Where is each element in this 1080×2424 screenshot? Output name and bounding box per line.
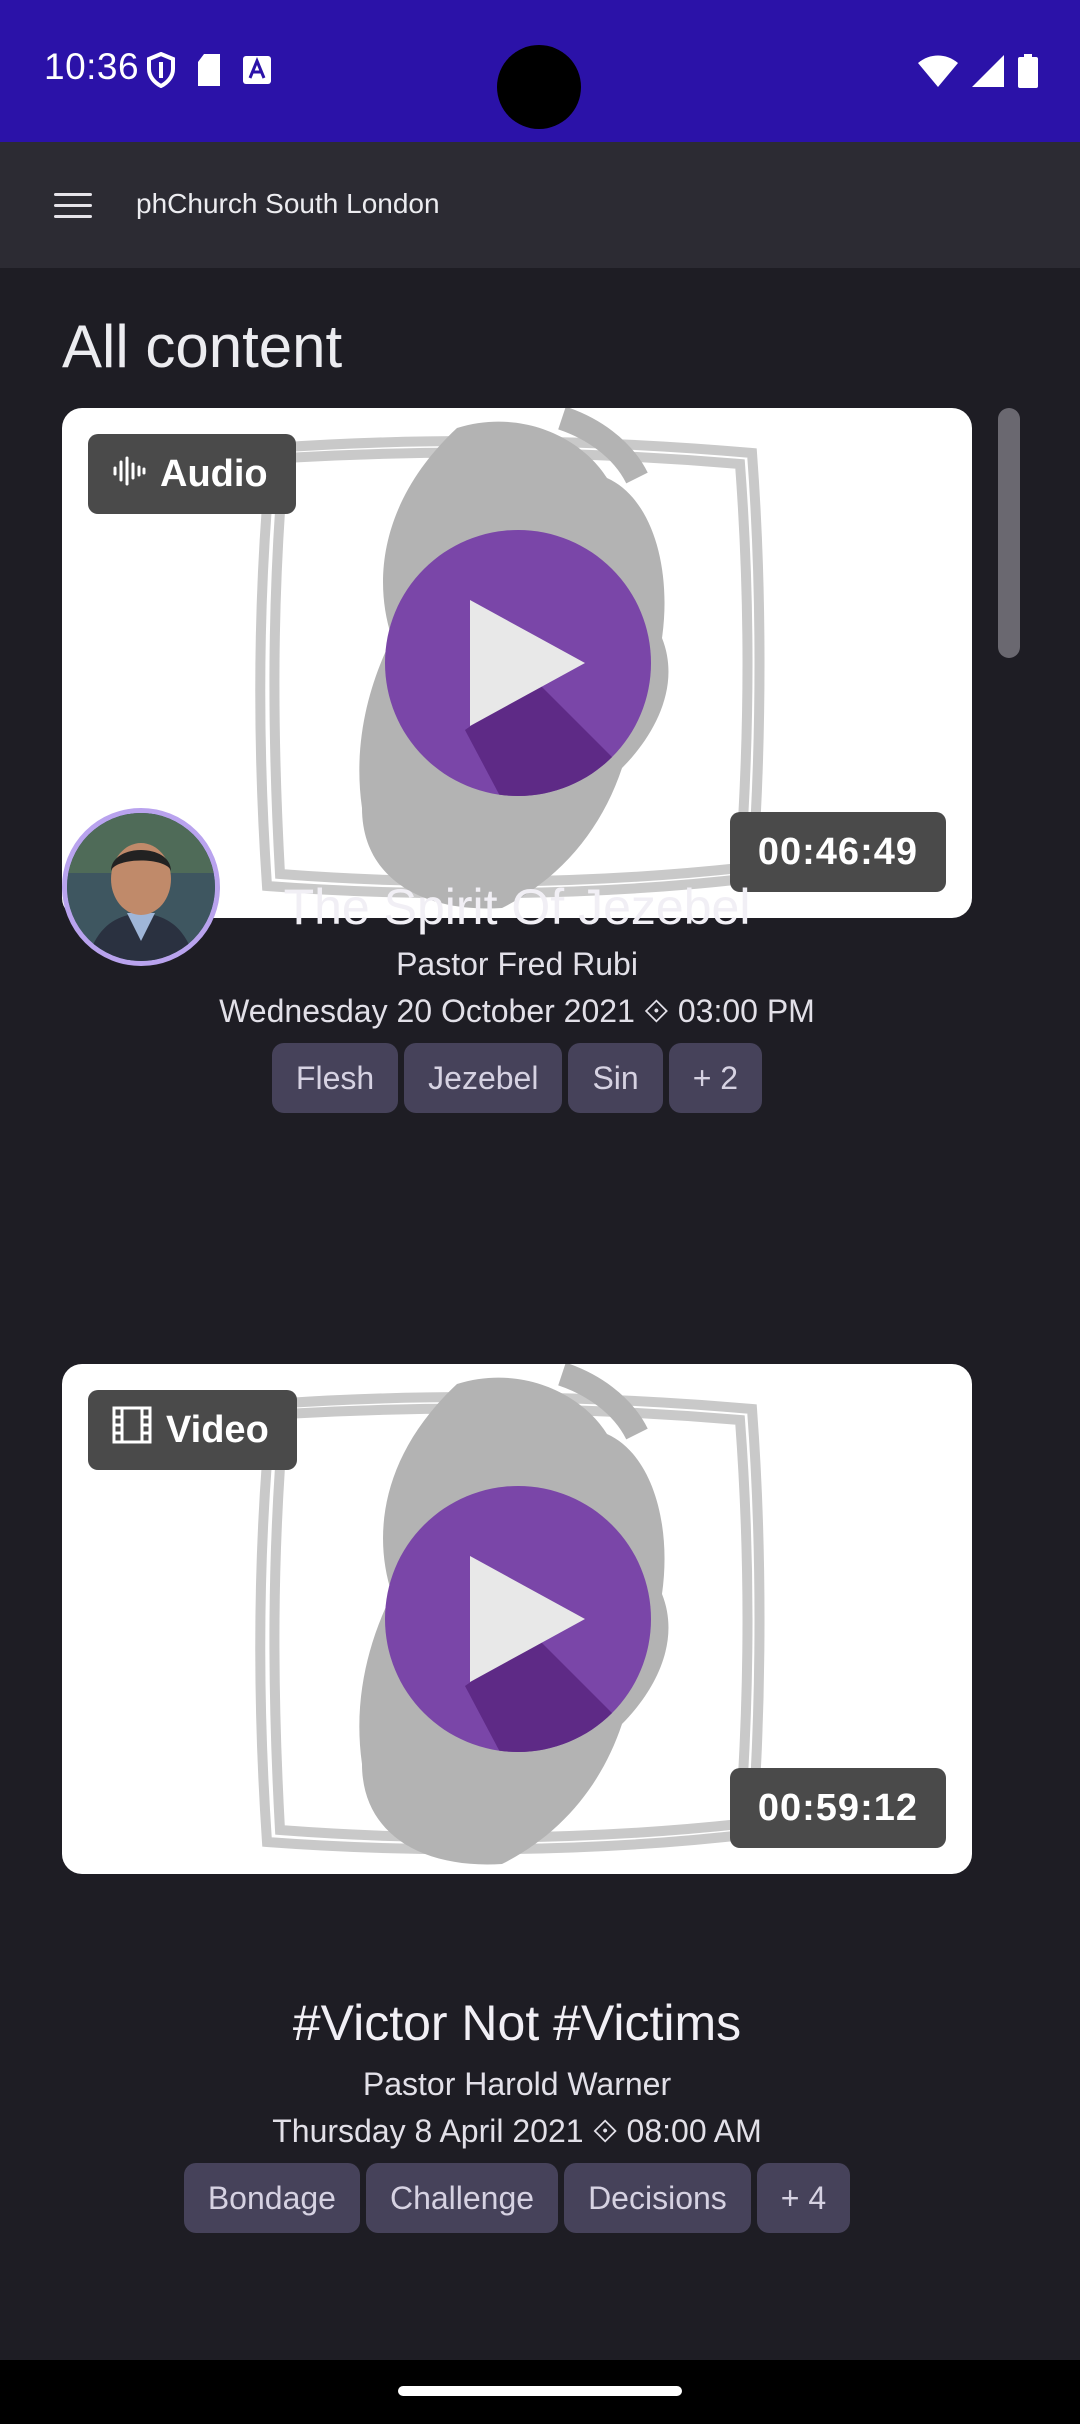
- signal-icon: [972, 55, 1004, 92]
- content-title[interactable]: #Victor Not #Victims: [62, 1994, 972, 2052]
- app-title: phChurch South London: [136, 188, 440, 219]
- speaker-name: Pastor Fred Rubi: [396, 946, 638, 982]
- page-title: All content: [62, 313, 343, 380]
- tag-chip[interactable]: Bondage: [183, 2163, 360, 2233]
- type-badge: Audio: [88, 434, 296, 514]
- front-camera: [497, 45, 581, 129]
- date-time: Wednesday 20 October 2021 ⟐ 03:00 PM: [219, 993, 815, 1029]
- font-icon: [242, 55, 272, 90]
- thumbnail[interactable]: Video 00:59:12: [62, 1364, 972, 1874]
- tag-chip[interactable]: Sin: [568, 1043, 663, 1113]
- home-gesture-handle[interactable]: [398, 2386, 682, 2396]
- status-time: 10:36: [44, 46, 140, 87]
- duration-badge: 00:59:12: [729, 1768, 946, 1848]
- sd-card-icon: [196, 54, 222, 91]
- hamburger-icon-line: [54, 192, 92, 196]
- hamburger-icon-line: [54, 203, 92, 207]
- wifi-icon: [918, 55, 958, 92]
- tag-list: Bondage Challenge Decisions + 4: [62, 2163, 972, 2233]
- tag-list: Flesh Jezebel Sin + 2: [62, 1043, 972, 1113]
- more-tags-chip[interactable]: + 2: [668, 1043, 763, 1113]
- status-icons-right: [918, 54, 1038, 93]
- more-tags-chip[interactable]: + 4: [756, 2163, 851, 2233]
- type-label: Video: [166, 1408, 269, 1451]
- audio-wave-icon: [112, 453, 146, 496]
- content-title[interactable]: The Spirit Of Jezebel: [62, 878, 972, 936]
- shield-icon: [146, 51, 176, 93]
- app-bar: phChurch South London: [0, 142, 1080, 268]
- card-info: The Spirit Of Jezebel Pastor Fred Rubi W…: [62, 878, 972, 1113]
- tag-chip[interactable]: Flesh: [271, 1043, 399, 1113]
- status-icons-left: [146, 51, 272, 93]
- play-icon[interactable]: [385, 1486, 651, 1752]
- menu-button[interactable]: [40, 182, 106, 228]
- battery-icon: [1018, 54, 1038, 93]
- status-bar: 10:36: [0, 0, 1080, 142]
- play-icon[interactable]: [385, 530, 651, 796]
- film-icon: [112, 1406, 152, 1454]
- type-label: Audio: [160, 452, 268, 495]
- hamburger-icon-line: [54, 214, 92, 218]
- card-info: #Victor Not #Victims Pastor Harold Warne…: [62, 1994, 972, 2233]
- tag-chip[interactable]: Jezebel: [404, 1043, 563, 1113]
- speaker-name: Pastor Harold Warner: [362, 2066, 672, 2102]
- tag-chip[interactable]: Challenge: [365, 2163, 559, 2233]
- date-time: Thursday 8 April 2021 ⟐ 08:00 AM: [272, 2113, 762, 2149]
- tag-chip[interactable]: Decisions: [564, 2163, 751, 2233]
- scrollbar[interactable]: [998, 408, 1020, 658]
- type-badge: Video: [88, 1390, 297, 1470]
